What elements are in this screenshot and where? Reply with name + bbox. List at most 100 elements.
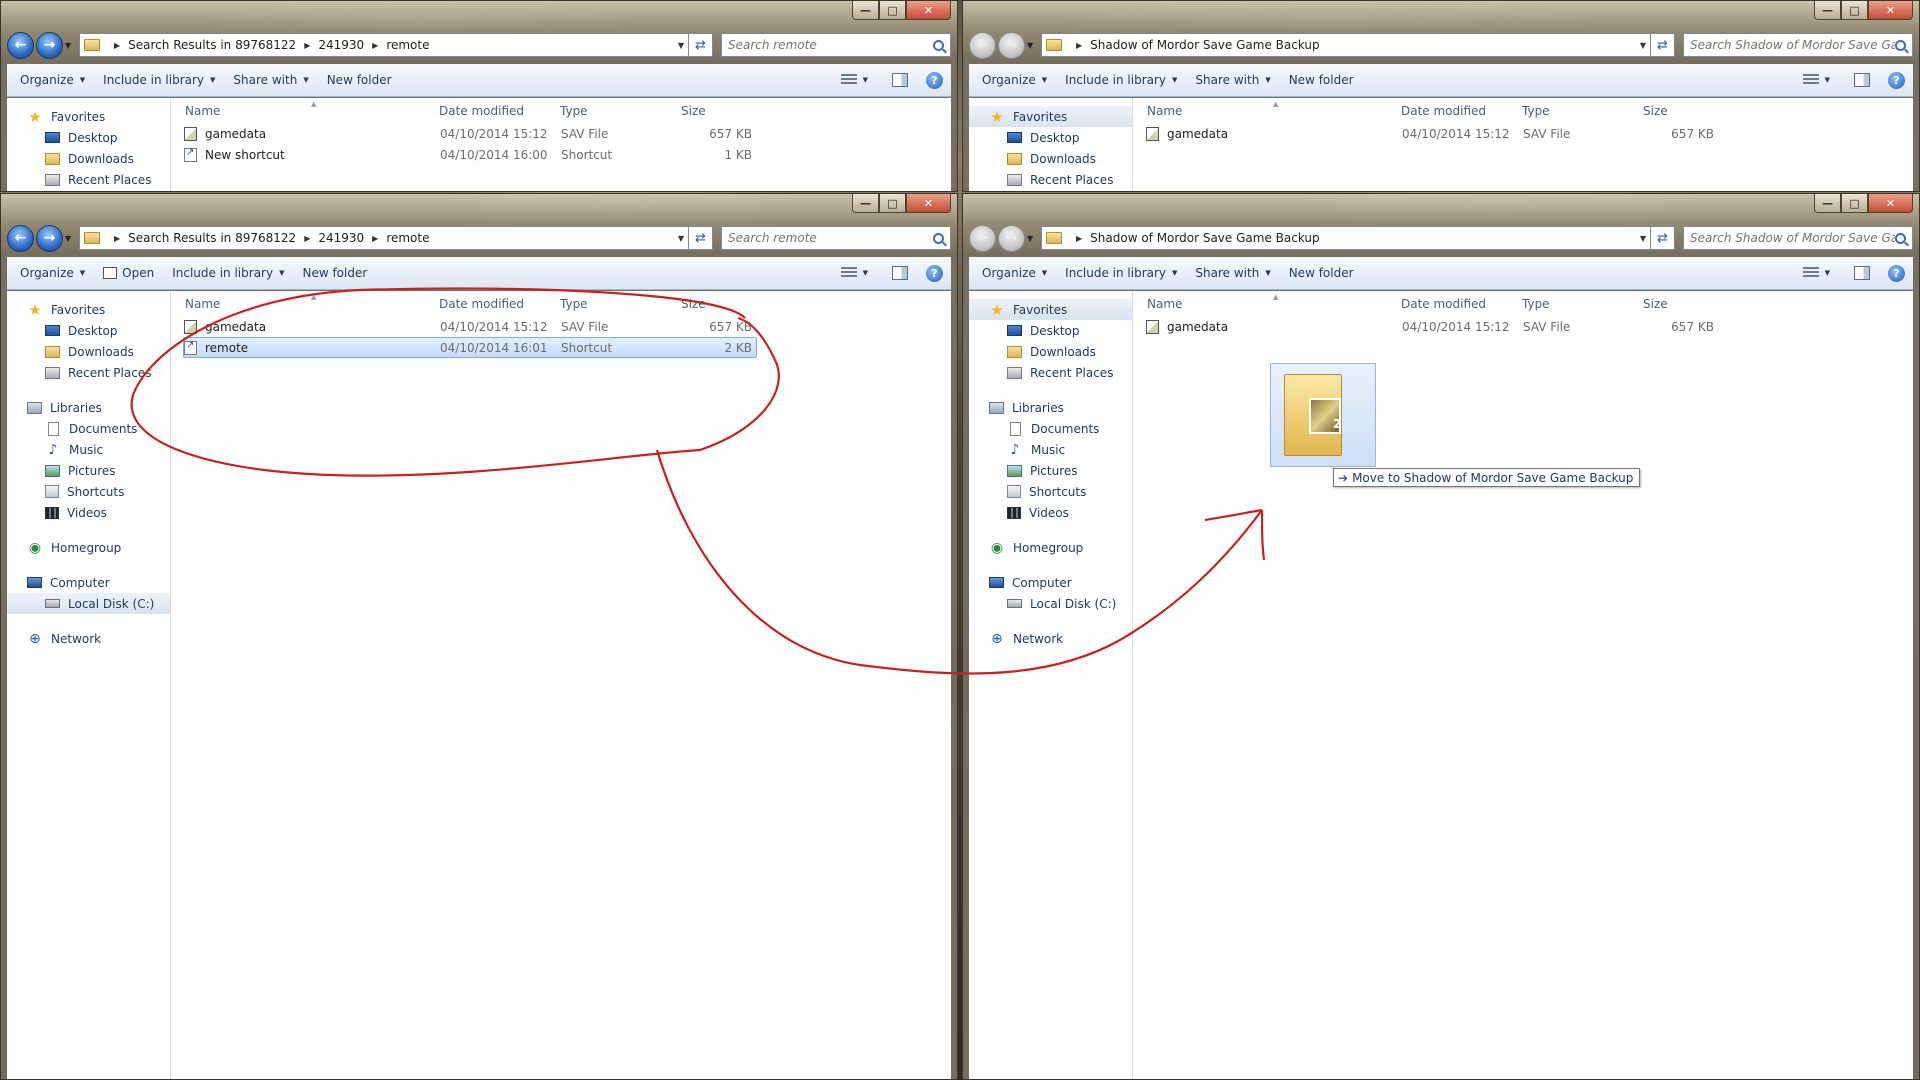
organize-button[interactable]: Organize ▼ [11,69,94,91]
chevron-right-icon[interactable]: ▶ [1076,41,1082,50]
explorer-window-backup-top[interactable]: — □ ✕ ← → ▼ ▶ Shadow of Mordor Save Game… [962,0,1920,192]
column-header-type[interactable]: Type [554,297,675,311]
address-bar[interactable]: ▶ Search Results in 89768122 ▶ 241930 ▶ … [79,33,689,57]
nav-homegroup[interactable]: ◉ Homegroup [969,537,1132,558]
share-with-button[interactable]: Share with ▼ [1186,262,1279,284]
column-header-name[interactable]: Name [171,104,433,118]
refresh-button[interactable]: ⇄ [1651,226,1675,250]
recent-pages-dropdown[interactable]: ▼ [1027,41,1037,50]
minimize-button[interactable]: — [852,194,879,213]
column-header-date[interactable]: Date modified [433,297,554,311]
back-button[interactable]: ← [969,31,996,59]
nav-network[interactable]: ⊕ Network [7,628,170,649]
search-input[interactable] [728,231,933,245]
close-button[interactable]: ✕ [1868,1,1913,20]
column-header-size[interactable]: Size [1637,104,1707,118]
include-in-library-button[interactable]: Include in library ▼ [94,69,224,91]
chevron-down-icon[interactable]: ▼ [672,41,684,50]
back-button[interactable]: ← [969,224,996,252]
file-row-selected[interactable]: remote 04/10/2014 16:01 Shortcut 2 KB [183,337,757,358]
file-row[interactable]: New shortcut 04/10/2014 16:00 Shortcut 1… [183,144,757,165]
chevron-down-icon[interactable]: ▼ [672,234,684,243]
search-icon[interactable] [933,39,944,51]
search-box[interactable] [1683,33,1913,57]
organize-button[interactable]: Organize ▼ [973,262,1056,284]
include-in-library-button[interactable]: Include in library ▼ [163,262,293,284]
recent-pages-dropdown[interactable]: ▼ [1027,234,1037,243]
chevron-down-icon[interactable]: ▼ [863,76,868,84]
help-icon[interactable]: ? [926,264,943,282]
include-in-library-button[interactable]: Include in library ▼ [1056,262,1186,284]
nav-favorites[interactable]: ★ Favorites [7,299,170,320]
preview-pane-icon[interactable] [892,266,908,280]
include-in-library-button[interactable]: Include in library ▼ [1056,69,1186,91]
column-header-date[interactable]: Date modified [433,104,554,118]
file-row[interactable]: gamedata 04/10/2014 15:12 SAV File 657 K… [183,123,757,144]
breadcrumb-item[interactable]: Search Results in 89768122 [128,38,296,52]
search-box[interactable] [721,33,951,57]
search-icon[interactable] [1895,39,1906,51]
nav-recent-places[interactable]: Recent Places [7,169,170,190]
maximize-button[interactable]: □ [879,194,906,213]
change-view-icon[interactable] [1802,267,1819,279]
column-header-type[interactable]: Type [1516,297,1637,311]
recent-pages-dropdown[interactable]: ▼ [65,41,75,50]
search-box[interactable] [721,226,951,250]
chevron-right-icon[interactable]: ▶ [114,41,120,50]
maximize-button[interactable]: □ [1841,194,1868,213]
nav-shortcuts[interactable]: Shortcuts [7,481,170,502]
nav-favorites[interactable]: ★ Favorites [7,106,170,127]
column-header-name[interactable]: Name [171,297,433,311]
search-input[interactable] [1690,38,1895,52]
preview-pane-icon[interactable] [1854,266,1870,280]
close-button[interactable]: ✕ [906,1,951,20]
refresh-button[interactable]: ⇄ [689,33,713,57]
back-button[interactable]: ← [7,31,34,59]
nav-videos[interactable]: Videos [7,502,170,523]
nav-recent-places[interactable]: Recent Places [7,362,170,383]
help-icon[interactable]: ? [1888,264,1905,282]
nav-homegroup[interactable]: ◉ Homegroup [7,537,170,558]
breadcrumb-item[interactable]: 241930 [318,38,364,52]
address-bar[interactable]: ▶ Search Results in 89768122 ▶ 241930 ▶ … [79,226,689,250]
back-button[interactable]: ← [7,224,34,252]
maximize-button[interactable]: □ [879,1,906,20]
file-row[interactable]: gamedata 04/10/2014 15:12 SAV File 657 K… [1145,316,1719,337]
open-button[interactable]: Open [94,262,163,284]
nav-videos[interactable]: Videos [969,502,1132,523]
nav-downloads[interactable]: Downloads [7,148,170,169]
search-input[interactable] [1690,231,1895,245]
refresh-button[interactable]: ⇄ [689,226,713,250]
preview-pane-icon[interactable] [892,73,908,87]
help-icon[interactable]: ? [926,71,943,89]
change-view-icon[interactable] [840,267,857,279]
forward-button[interactable]: → [998,31,1025,59]
nav-documents[interactable]: Documents [7,418,170,439]
search-input[interactable] [728,38,933,52]
column-header-size[interactable]: Size [675,297,745,311]
chevron-down-icon[interactable]: ▼ [863,269,868,277]
column-header-type[interactable]: Type [1516,104,1637,118]
change-view-icon[interactable] [840,74,857,86]
file-row[interactable]: gamedata 04/10/2014 15:12 SAV File 657 K… [183,316,757,337]
chevron-right-icon[interactable]: ▶ [114,234,120,243]
maximize-button[interactable]: □ [1841,1,1868,20]
nav-local-disk[interactable]: Local Disk (C:) [969,593,1132,614]
file-row[interactable]: gamedata 04/10/2014 15:12 SAV File 657 K… [1145,123,1719,144]
nav-documents[interactable]: Documents [969,418,1132,439]
breadcrumb-item[interactable]: Shadow of Mordor Save Game Backup [1090,38,1319,52]
breadcrumb-item[interactable]: 241930 [318,231,364,245]
nav-desktop[interactable]: Desktop [7,320,170,341]
minimize-button[interactable]: — [852,1,879,20]
close-button[interactable]: ✕ [1868,194,1913,213]
nav-music[interactable]: ♪ Music [7,439,170,460]
new-folder-button[interactable]: New folder [1280,69,1363,91]
nav-libraries[interactable]: Libraries [7,397,170,418]
chevron-right-icon[interactable]: ▶ [304,234,310,243]
new-folder-button[interactable]: New folder [318,69,401,91]
nav-recent-places[interactable]: Recent Places [969,362,1132,383]
breadcrumb-item[interactable]: remote [386,231,429,245]
column-header-size[interactable]: Size [675,104,745,118]
nav-desktop[interactable]: Desktop [7,127,170,148]
explorer-window-backup[interactable]: — □ ✕ ← → ▼ ▶ Shadow of Mordor Save Game… [962,193,1920,1080]
